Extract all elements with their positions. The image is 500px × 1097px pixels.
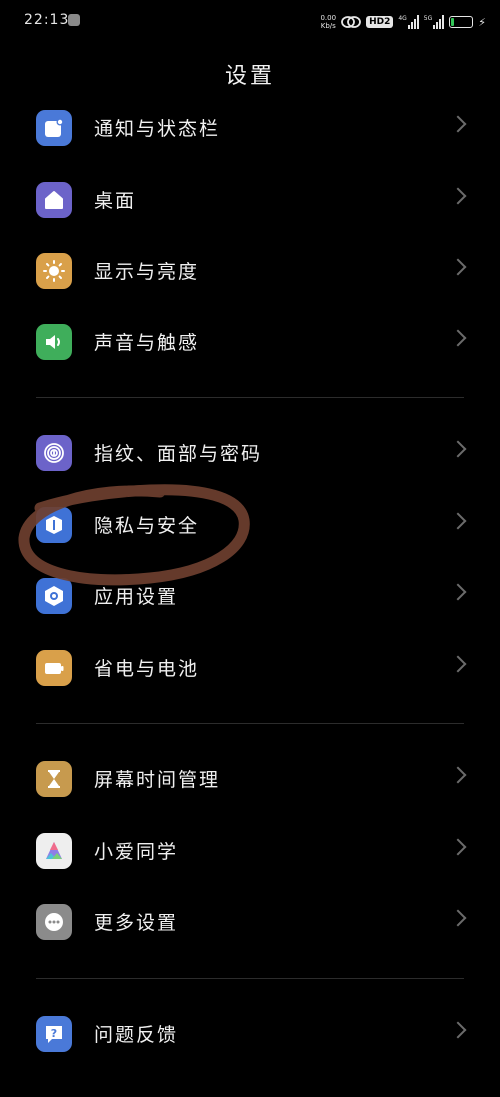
- item-label: 省电与电池: [94, 658, 200, 680]
- network-speed: 0.00 Kb/s: [320, 14, 337, 30]
- status-indicators: 0.00 Kb/s HD2 4G 5G 14 ⚡: [320, 10, 486, 34]
- chevron-right-icon: [449, 583, 467, 601]
- hexagon-gear-icon: [36, 578, 72, 614]
- battery-icon: 14: [449, 16, 474, 28]
- settings-item-fingerprint[interactable]: 指纹、面部与密码: [0, 417, 500, 489]
- feedback-question-icon: ?: [36, 1016, 72, 1052]
- lightning-bolt-icon: ⚡: [478, 15, 486, 29]
- item-label: 小爱同学: [94, 841, 179, 863]
- settings-item-privacy[interactable]: 隐私与安全: [0, 489, 500, 561]
- settings-item-xiaoai[interactable]: 小爱同学: [0, 815, 500, 887]
- svg-text:?: ?: [51, 1027, 57, 1040]
- page-title: 设置: [224, 64, 275, 89]
- chevron-right-icon: [449, 115, 467, 133]
- settings-item-sound[interactable]: 声音与触感: [0, 306, 500, 378]
- item-label: 应用设置: [94, 586, 179, 608]
- chevron-right-icon: [449, 187, 467, 205]
- settings-item-feedback[interactable]: ? 问题反馈: [0, 998, 500, 1070]
- hotspot-link-icon: [341, 16, 361, 28]
- chevron-right-icon: [449, 766, 467, 784]
- item-label: 屏幕时间管理: [94, 769, 221, 791]
- signal-5g: 5G: [424, 15, 445, 29]
- chevron-right-icon: [449, 838, 467, 856]
- chevron-right-icon: [449, 258, 467, 276]
- hourglass-icon: [36, 761, 72, 797]
- chevron-right-icon: [449, 440, 467, 458]
- chevron-right-icon: [449, 329, 467, 347]
- sun-icon: [36, 253, 72, 289]
- battery-level: 14: [456, 17, 467, 25]
- item-label: 问题反馈: [94, 1024, 179, 1046]
- xiaoai-icon: [36, 833, 72, 869]
- hd-voice-badge: HD2: [366, 16, 394, 28]
- chevron-right-icon: [449, 512, 467, 530]
- chevron-right-icon: [449, 909, 467, 927]
- shield-icon: [36, 507, 72, 543]
- item-label: 通知与状态栏: [94, 118, 221, 140]
- item-label: 声音与触感: [94, 332, 200, 354]
- status-bar: 22:13 0.00 Kb/s HD2 4G 5G 14 ⚡: [0, 0, 500, 44]
- item-label: 隐私与安全: [94, 515, 200, 537]
- item-label: 指纹、面部与密码: [94, 443, 263, 465]
- item-label: 更多设置: [94, 912, 179, 934]
- settings-item-notifications[interactable]: 通知与状态栏: [0, 92, 500, 164]
- signal-4g: 4G: [398, 15, 419, 29]
- settings-item-apps[interactable]: 应用设置: [0, 560, 500, 632]
- settings-item-more[interactable]: 更多设置: [0, 886, 500, 958]
- settings-item-display[interactable]: 显示与亮度: [0, 235, 500, 307]
- home-icon: [36, 182, 72, 218]
- notification-icon: [36, 110, 72, 146]
- signal-bars-icon: [407, 15, 419, 29]
- chevron-right-icon: [449, 655, 467, 673]
- settings-item-battery[interactable]: 省电与电池: [0, 632, 500, 704]
- speaker-icon: [36, 324, 72, 360]
- settings-item-desktop[interactable]: 桌面: [0, 164, 500, 236]
- item-label: 桌面: [94, 190, 137, 212]
- section-divider: [36, 723, 464, 724]
- app-notification-icon: [68, 14, 80, 26]
- item-label: 显示与亮度: [94, 261, 200, 283]
- section-divider: [36, 397, 464, 398]
- settings-item-screen-time[interactable]: 屏幕时间管理: [0, 743, 500, 815]
- status-time: 22:13: [24, 12, 70, 28]
- signal-bars-icon: [433, 15, 445, 29]
- battery-icon: [36, 650, 72, 686]
- section-divider: [36, 978, 464, 979]
- more-dots-icon: [36, 904, 72, 940]
- fingerprint-icon: [36, 435, 72, 471]
- chevron-right-icon: [449, 1021, 467, 1039]
